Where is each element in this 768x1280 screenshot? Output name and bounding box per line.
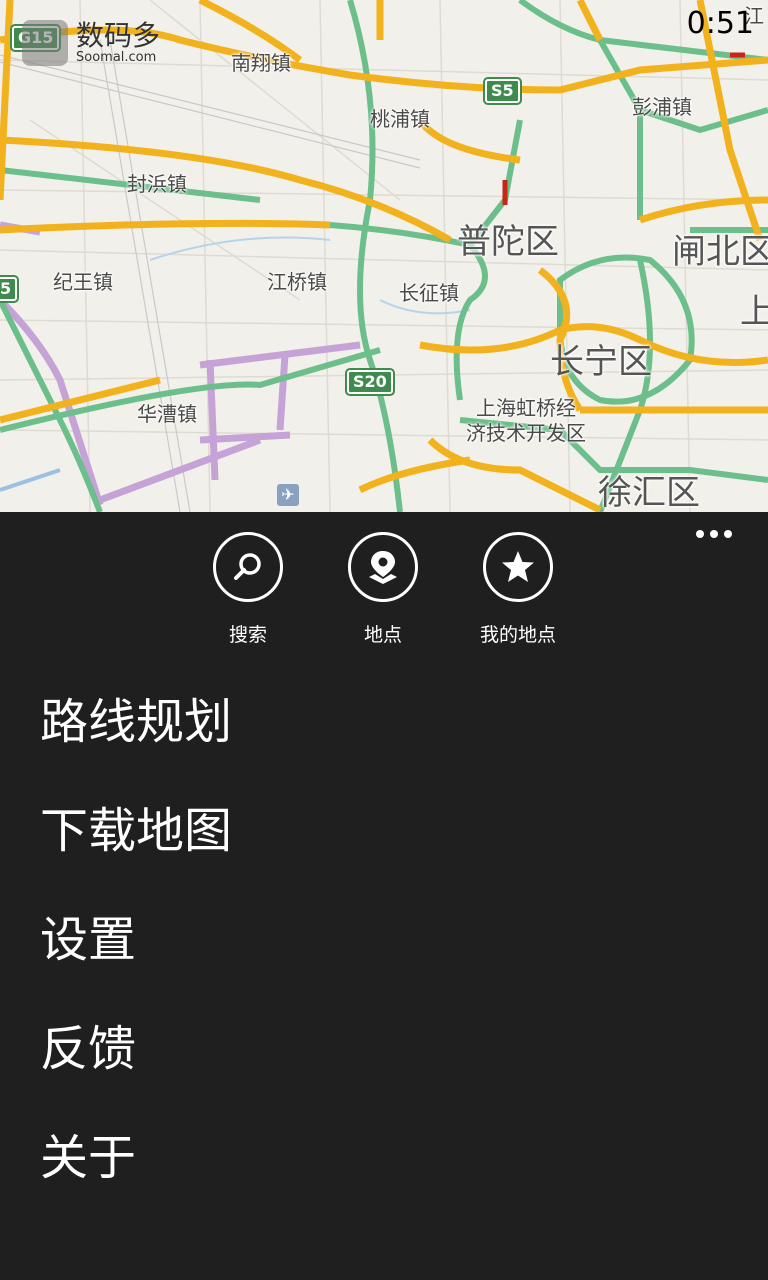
ellipsis-dot [724, 530, 732, 538]
watermark-subtitle: Soomal.com [76, 50, 157, 65]
map-label-town: 长征镇 [399, 281, 459, 305]
highway-shield: S20 [345, 368, 395, 396]
menu-item-feedback[interactable]: 反馈 [0, 999, 768, 1108]
menu-item-about[interactable]: 关于 [0, 1108, 768, 1217]
ellipsis-dot [696, 530, 704, 538]
highway-shield: 5 [0, 275, 20, 303]
search-button[interactable]: 搜索 [193, 532, 303, 647]
menu-item-download-maps[interactable]: 下载地图 [0, 781, 768, 890]
map-label-district: 长宁区 [550, 342, 652, 382]
places-button[interactable]: 地点 [328, 532, 438, 647]
app-bar: 搜索 地点 我的地点 [0, 512, 768, 662]
highway-shield: S5 [483, 77, 522, 105]
map-label-town: 封浜镇 [127, 172, 187, 196]
location-pin-icon [369, 551, 397, 584]
map-roads [0, 0, 768, 512]
map-label-town: 南翔镇 [231, 51, 291, 75]
places-button-circle [348, 532, 418, 602]
search-button-circle [213, 532, 283, 602]
my-places-button-label: 我的地点 [479, 624, 556, 646]
my-places-button-circle [483, 532, 553, 602]
map-label-edge: 上 [740, 292, 768, 332]
app-menu: 路线规划 下载地图 设置 反馈 关于 [0, 672, 768, 1217]
map-label-district: 闸北区 [672, 232, 768, 272]
map-label-town: 彭浦镇 [632, 95, 692, 119]
search-button-label: 搜索 [228, 624, 267, 646]
menu-item-settings[interactable]: 设置 [0, 890, 768, 999]
map-label-town: 华漕镇 [137, 402, 197, 426]
places-button-label: 地点 [363, 624, 402, 646]
map-label-zone-line: 济技术开发区 [466, 421, 586, 445]
status-clock: 0:51 [686, 6, 754, 41]
map-label-town: 纪王镇 [53, 270, 113, 294]
map-label-district: 徐汇区 [598, 473, 700, 512]
watermark-title: 数码多 [76, 19, 161, 52]
map-label-zone-line: 上海虹桥经 [476, 396, 576, 420]
search-icon [234, 553, 261, 580]
star-icon [502, 551, 534, 582]
map-label-town: 江桥镇 [267, 270, 327, 294]
map-label-district: 普陀区 [457, 222, 559, 262]
map-label-town: 桃浦镇 [370, 107, 430, 131]
map-label-zone: 上海虹桥经 济技术开发区 [466, 396, 586, 446]
my-places-button[interactable]: 我的地点 [463, 532, 573, 647]
watermark: 数码多 Soomal.com [22, 20, 160, 66]
map-view[interactable]: 南翔镇 桃浦镇 彭浦镇 封浜镇 纪王镇 江桥镇 长征镇 华漕镇 普陀区 闸北区 … [0, 0, 768, 512]
ellipsis-dot [710, 530, 718, 538]
menu-item-directions[interactable]: 路线规划 [0, 672, 768, 781]
watermark-logo [22, 20, 68, 66]
ellipsis-icon[interactable] [696, 530, 732, 538]
airplane-icon: ✈ [277, 484, 299, 506]
